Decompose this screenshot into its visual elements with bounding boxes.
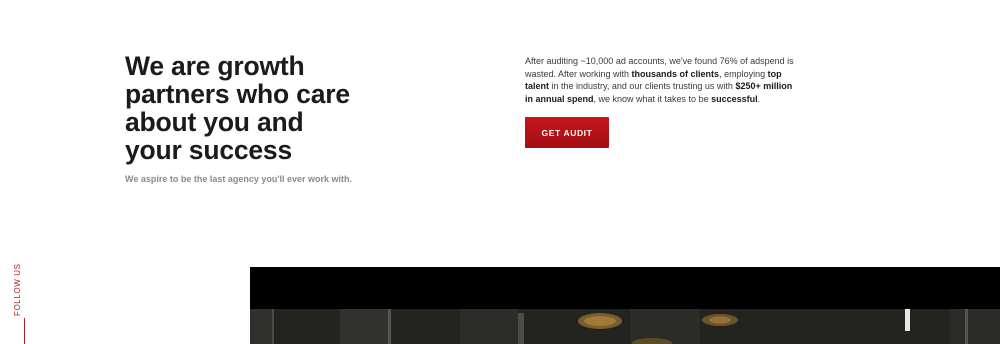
intro-emphasis: thousands of clients xyxy=(631,68,720,79)
intro-text: . xyxy=(757,93,761,104)
headline-line: partners who care xyxy=(125,79,350,109)
headline-line: your success xyxy=(125,135,293,165)
intro-emphasis: successful xyxy=(711,93,758,104)
get-audit-button[interactable]: GET AUDIT xyxy=(525,117,609,148)
office-photo xyxy=(250,309,1000,344)
office-photo-scene xyxy=(250,309,1000,344)
hero-subline: We aspire to be the last agency you'll e… xyxy=(125,174,353,184)
intro-text: in the industry, and our clients trustin… xyxy=(549,81,736,91)
intro-text: , employing xyxy=(719,68,768,79)
headline-line: about you and xyxy=(125,107,304,137)
page: We are growth partners who care about yo… xyxy=(0,0,1000,344)
intro-text: , we know what it takes to be xyxy=(593,93,712,104)
hero-headline: We are growth partners who care about yo… xyxy=(125,52,385,164)
follow-us-label: FOLLOW US xyxy=(13,263,22,316)
headline-line: We are growth xyxy=(125,51,305,81)
intro-paragraph: After auditing ~10,000 ad accounts, we'v… xyxy=(525,55,800,105)
follow-us-divider xyxy=(24,318,25,344)
hero-image xyxy=(250,267,1000,344)
